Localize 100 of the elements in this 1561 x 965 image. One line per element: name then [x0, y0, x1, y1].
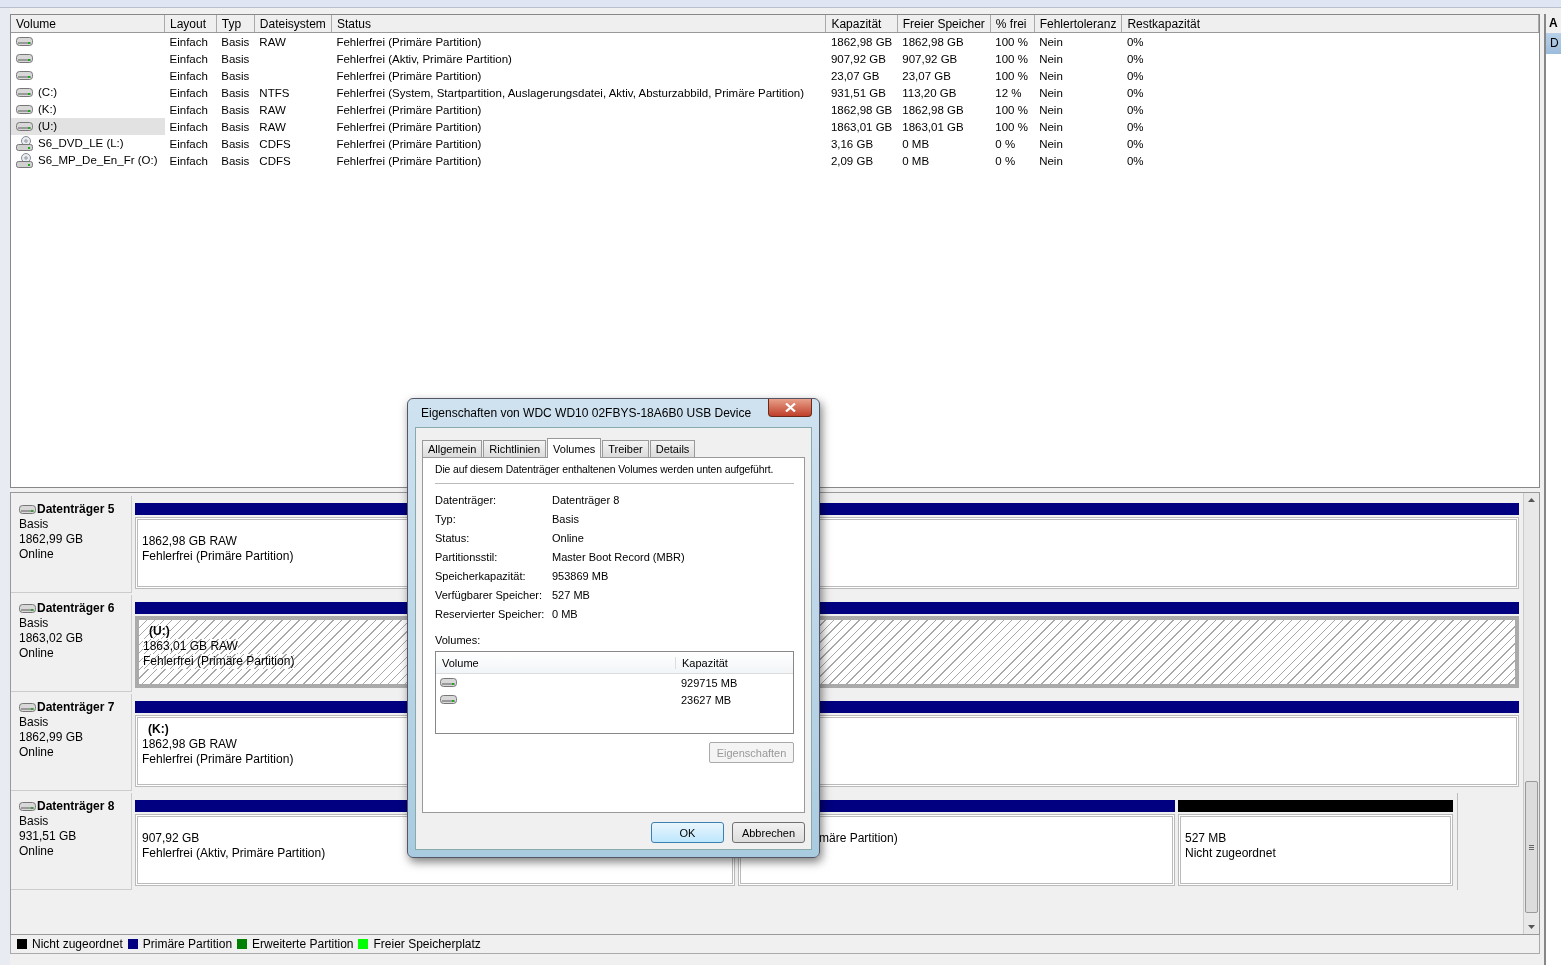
property-value: 953869 MB [552, 570, 609, 582]
table-cell: 0% [1126, 154, 1144, 167]
table-cell: CDFS [259, 137, 291, 150]
property-label: Verfügbarer Speicher: [435, 589, 542, 601]
table-cell: 100 % [995, 52, 1028, 65]
property-label: Datenträger: [435, 494, 497, 506]
disk-size: 931,51 GB [19, 829, 78, 844]
table-cell: 0% [1126, 120, 1144, 133]
table-cell: Fehlerfrei (Primäre Partition) [336, 35, 482, 48]
property-label: Speicherkapazität: [435, 570, 526, 582]
table-cell: 23,07 GB [902, 69, 951, 82]
table-cell: Einfach [169, 103, 208, 116]
legend-label: Nicht zugeordnet [32, 937, 123, 951]
table-cell: Einfach [169, 52, 208, 65]
partition-status: märe Partition) [819, 831, 898, 846]
table-cell: 100 % [995, 69, 1028, 82]
disk-name: Datenträger 7 [37, 700, 115, 715]
legend-label: Primäre Partition [142, 937, 233, 951]
intro-text: Die auf diesem Datenträger enthaltenen Volumes werden unten aufgeführt. [435, 464, 794, 484]
table-cell: 931,51 GB [830, 86, 886, 99]
property-value: Online [552, 532, 584, 544]
table-cell: Fehlerfrei (Primäre Partition) [336, 154, 482, 167]
disk-type: Basis [19, 517, 50, 532]
table-cell: 1862,98 GB [902, 35, 964, 48]
table-cell: NTFS [259, 86, 290, 99]
table-cell: 12 % [995, 86, 1022, 99]
table-cell: 2,09 GB [830, 154, 874, 167]
table-cell: Nein [1039, 154, 1063, 167]
table-cell: 0 % [995, 154, 1016, 167]
property-label: Status: [435, 532, 470, 544]
table-cell: Einfach [169, 137, 208, 150]
table-cell: 100 % [995, 35, 1028, 48]
table-cell: CDFS [259, 154, 291, 167]
table-cell: 0 MB [902, 137, 930, 150]
table-cell: 1862,98 GB [830, 35, 893, 48]
disk-type: Basis [19, 715, 50, 730]
disk-status: Online [19, 646, 55, 661]
property-value: 527 MB [552, 589, 590, 601]
property-value: Master Boot Record (MBR) [552, 551, 685, 563]
table-cell: 100 % [995, 120, 1028, 133]
table-cell: 0% [1126, 86, 1144, 99]
disk-name: Datenträger 5 [37, 502, 115, 517]
table-cell: 0% [1126, 137, 1144, 150]
table-cell: Nein [1039, 35, 1063, 48]
table-cell: RAW [259, 35, 286, 48]
table-cell: RAW [259, 120, 286, 133]
table-cell: Fehlerfrei (Aktiv, Primäre Partition) [336, 52, 512, 65]
disk-size: 1863,02 GB [19, 631, 85, 646]
disk-size: 1862,99 GB [19, 532, 85, 547]
table-cell: Einfach [169, 86, 208, 99]
partition-status: Fehlerfrei (Primäre Partition) [142, 549, 294, 564]
property-value: Datenträger 8 [552, 494, 620, 506]
partition-size: 1862,98 GB RAW [142, 534, 237, 549]
table-cell: 23,07 GB [830, 69, 880, 82]
disk-type: Basis [19, 616, 50, 631]
partition-status: Fehlerfrei (Aktiv, Primäre Partition) [142, 846, 326, 861]
table-cell: 113,20 GB [902, 86, 957, 99]
table-cell: Basis [221, 69, 250, 82]
disk-size: 1862,99 GB [19, 730, 85, 745]
table-cell: 0 % [995, 137, 1016, 150]
partition-label: (U:) [143, 624, 170, 639]
partition-status: Fehlerfrei (Primäre Partition) [142, 752, 294, 767]
table-cell: 3,16 GB [830, 137, 874, 150]
partition-status: Fehlerfrei (Primäre Partition) [143, 654, 295, 669]
table-cell: Nein [1039, 137, 1063, 150]
table-cell: 0 MB [902, 154, 930, 167]
table-cell: Nein [1039, 120, 1063, 133]
legend-label: Erweiterte Partition [252, 937, 354, 951]
disk-status: Online [19, 745, 55, 760]
table-cell: 907,92 GB [902, 52, 958, 65]
legend-label: Freier Speicherplatz [373, 937, 481, 951]
table-cell: Nein [1039, 86, 1063, 99]
disk-status: Online [19, 547, 55, 562]
partition-size: 1862,98 GB RAW [142, 737, 237, 752]
table-cell: 0% [1126, 103, 1144, 116]
partition-size: 907,92 GB [142, 831, 200, 846]
table-cell: 907,92 GB [830, 52, 886, 65]
property-label: Partitionsstil: [435, 551, 498, 563]
disk-status: Online [19, 844, 55, 859]
table-cell: Basis [221, 137, 250, 150]
table-cell: 100 % [995, 103, 1028, 116]
table-cell: Fehlerfrei (System, Startpartition, Auslagerungsdatei, Aktiv, Absturzabbild, Primäre Partition) [336, 86, 805, 99]
table-cell: 1862,98 GB [902, 103, 964, 116]
actions-header: A [1546, 14, 1561, 33]
table-cell: Basis [221, 154, 250, 167]
table-cell: RAW [259, 103, 286, 116]
table-cell: Basis [221, 35, 250, 48]
table-cell: Nein [1039, 52, 1063, 65]
volumes-label: Volumes: [435, 634, 481, 646]
table-cell: Basis [221, 52, 250, 65]
table-cell: Einfach [169, 154, 208, 167]
table-cell: Nein [1039, 69, 1063, 82]
table-cell: Basis [221, 120, 250, 133]
capacity-cell-text: 23627 MB [680, 693, 732, 706]
table-cell: Fehlerfrei (Primäre Partition) [336, 103, 482, 116]
partition-size: 1863,01 GB RAW [143, 639, 238, 654]
table-cell: 1863,01 GB [830, 120, 893, 133]
table-cell: Nein [1039, 103, 1063, 116]
table-cell: 0% [1126, 35, 1144, 48]
disk-name: Datenträger 6 [37, 601, 115, 616]
